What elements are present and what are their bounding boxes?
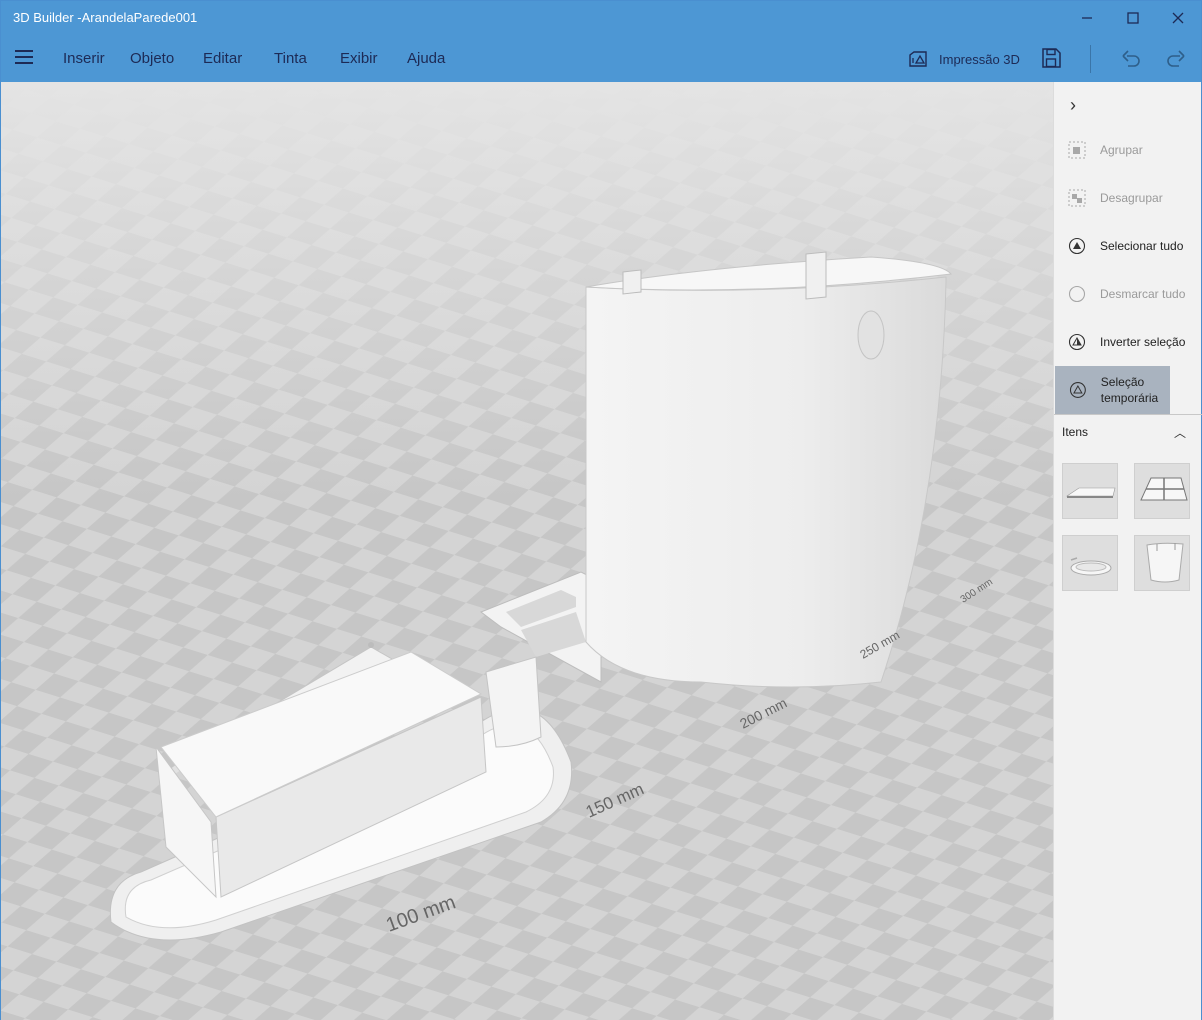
- cup-thumbnail-icon: [1146, 542, 1184, 583]
- item-thumbnail-ring[interactable]: [1062, 535, 1118, 591]
- maximize-button[interactable]: [1110, 1, 1156, 35]
- collapse-panel-chevron-right-icon[interactable]: ›: [1070, 95, 1076, 116]
- ring-thumbnail-icon: [1070, 557, 1112, 576]
- menu-ajuda[interactable]: Ajuda: [407, 50, 445, 67]
- menu-tinta[interactable]: Tinta: [274, 50, 307, 67]
- close-icon: [1172, 12, 1184, 24]
- ungroup-button[interactable]: Desagrupar: [1054, 178, 1202, 218]
- window-title: 3D Builder -ArandelaParede001: [13, 10, 198, 25]
- maximize-icon: [1127, 12, 1139, 24]
- menu-objeto[interactable]: Objeto: [130, 50, 174, 67]
- invert-selection-button[interactable]: Inverter seleção: [1054, 322, 1202, 362]
- menu-editar[interactable]: Editar: [203, 50, 242, 67]
- deselect-all-label: Desmarcar tudo: [1100, 287, 1186, 301]
- select-all-button[interactable]: Selecionar tudo: [1054, 226, 1202, 266]
- items-heading: Itens: [1062, 425, 1089, 439]
- group-label: Agrupar: [1100, 143, 1143, 157]
- print3d-label: Impressão 3D: [939, 51, 1020, 67]
- deselect-all-icon: [1068, 285, 1086, 303]
- deselect-all-button[interactable]: Desmarcar tudo: [1054, 274, 1202, 314]
- select-all-label: Selecionar tudo: [1100, 239, 1184, 253]
- temporary-selection-label: Seleção temporária: [1100, 375, 1159, 405]
- item-thumbnail-cup[interactable]: [1134, 535, 1190, 591]
- hamburger-icon[interactable]: [15, 50, 33, 64]
- invert-selection-icon: [1068, 333, 1086, 351]
- item-thumbnail-frame[interactable]: [1134, 463, 1190, 519]
- command-panel: › Agrupar Desagrupar Selecionar tudo Des…: [1053, 82, 1202, 1020]
- menu-bar: Inserir Objeto Editar Tinta Exibir Ajuda…: [1, 36, 1201, 82]
- select-all-icon: [1068, 237, 1086, 255]
- undo-icon[interactable]: [1119, 46, 1143, 70]
- panel-divider: [1054, 414, 1202, 415]
- menu-exibir[interactable]: Exibir: [340, 50, 378, 67]
- cup-object[interactable]: [585, 251, 952, 688]
- ungroup-label: Desagrupar: [1100, 191, 1163, 205]
- print3d-button[interactable]: Impressão 3D: [907, 47, 1020, 71]
- minimize-icon: [1082, 17, 1092, 19]
- group-button[interactable]: Agrupar: [1054, 130, 1202, 170]
- temporary-selection-button[interactable]: Seleção temporária: [1055, 366, 1170, 414]
- ungroup-icon: [1068, 189, 1086, 207]
- redo-icon[interactable]: [1164, 46, 1188, 70]
- print3d-icon: [909, 51, 927, 67]
- frame-thumbnail-icon: [1140, 477, 1188, 501]
- menu-inserir[interactable]: Inserir: [63, 50, 105, 67]
- invert-selection-label: Inverter seleção: [1100, 335, 1186, 349]
- item-thumbnail-plate[interactable]: [1062, 463, 1118, 519]
- group-icon: [1068, 141, 1086, 159]
- temporary-selection-icon: [1069, 382, 1086, 398]
- plate-thumbnail-icon: [1066, 487, 1116, 498]
- scene: 100 mm 150 mm 200 mm 250 mm 300 mm: [1, 82, 1053, 1020]
- toolbar-separator: [1090, 45, 1091, 73]
- minimize-button[interactable]: [1064, 1, 1110, 35]
- title-bar: 3D Builder -ArandelaParede001: [1, 1, 1201, 36]
- 3d-viewport[interactable]: 100 mm 150 mm 200 mm 250 mm 300 mm: [1, 82, 1053, 1020]
- save-icon[interactable]: [1039, 46, 1063, 70]
- close-button[interactable]: [1155, 1, 1201, 35]
- items-collapse-chevron-up-icon[interactable]: ︿: [1174, 424, 1186, 441]
